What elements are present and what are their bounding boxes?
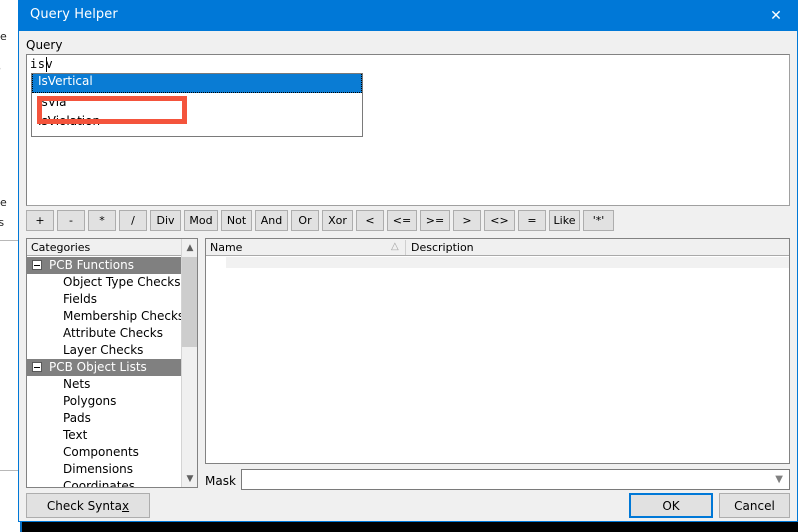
autocomplete-item-isviolation[interactable]: IsViolation <box>32 112 362 131</box>
close-icon[interactable]: ✕ <box>753 0 798 31</box>
operator-button-multiply[interactable]: * <box>88 210 116 231</box>
items-list-header: Name △ Description <box>206 239 789 256</box>
chevron-down-icon[interactable]: ▼ <box>775 474 783 485</box>
chevron-up-icon[interactable]: ▲ <box>182 239 198 256</box>
bg-text-fragment: ce <box>0 196 7 209</box>
operator-button-lt[interactable]: < <box>356 210 384 231</box>
divider <box>0 240 20 241</box>
operator-button-divide[interactable]: / <box>119 210 147 231</box>
operator-button-minus[interactable]: - <box>57 210 85 231</box>
operator-button-not[interactable]: Not <box>221 210 252 231</box>
tree-item-nets[interactable]: Nets <box>27 376 197 393</box>
operator-button-like[interactable]: Like <box>549 210 580 231</box>
tree-item-polygons[interactable]: Polygons <box>27 393 197 410</box>
tree-item-components[interactable]: Components <box>27 444 197 461</box>
tree-row-label: PCB Object Lists <box>49 360 147 374</box>
tree-group-pcb-functions[interactable]: PCB Functions <box>27 257 197 274</box>
divider <box>0 470 20 471</box>
tree-group-pcb-object-lists[interactable]: PCB Object Lists <box>27 359 197 376</box>
operator-button-mod[interactable]: Mod <box>184 210 218 231</box>
bg-text-fragment: d <box>0 176 1 189</box>
tree-row-label: Pads <box>63 411 91 425</box>
bg-text-fragment: e <box>0 62 1 75</box>
categories-tree[interactable]: PCB Functions Object Type Checks Fields … <box>27 257 197 487</box>
mask-combobox[interactable]: ▼ <box>241 469 790 490</box>
query-input-value: isv <box>30 57 53 71</box>
tree-row-label: Dimensions <box>63 462 133 476</box>
tree-item-layer-checks[interactable]: Layer Checks <box>27 342 197 359</box>
tree-row-label: Membership Checks <box>63 309 184 323</box>
sort-ascending-icon[interactable]: △ <box>391 241 399 252</box>
bg-text-fragment: ce <box>0 30 7 43</box>
tree-row-label: Attribute Checks <box>63 326 163 340</box>
tree-item-attribute-checks[interactable]: Attribute Checks <box>27 325 197 342</box>
autocomplete-item-label: IsVia <box>38 95 66 109</box>
check-syntax-accel: x <box>122 499 129 513</box>
operator-button-neq[interactable]: <> <box>484 210 515 231</box>
categories-scrollbar[interactable]: ▲ ▼ <box>181 239 197 487</box>
tree-item-pads[interactable]: Pads <box>27 410 197 427</box>
column-separator[interactable] <box>405 240 406 255</box>
tree-row-label: Nets <box>63 377 90 391</box>
operator-button-xor[interactable]: Xor <box>322 210 353 231</box>
items-list-panel: Name △ Description <box>205 238 790 464</box>
operator-button-row: + - * / Div Mod Not And Or Xor < <= >= >… <box>26 210 617 231</box>
tree-row-label: Layer Checks <box>63 343 143 357</box>
operator-button-and[interactable]: And <box>255 210 288 231</box>
categories-header-label: Categories <box>31 241 90 254</box>
bg-text-fragment: d <box>0 6 1 19</box>
tree-item-coordinates[interactable]: Coordinates <box>27 478 197 487</box>
operator-button-gt[interactable]: > <box>453 210 481 231</box>
operator-button-eq[interactable]: = <box>518 210 546 231</box>
bg-text-fragment: ts <box>0 216 4 229</box>
operator-button-plus[interactable]: + <box>26 210 54 231</box>
query-label: Query <box>26 38 62 52</box>
tree-item-fields[interactable]: Fields <box>27 291 197 308</box>
column-header-description[interactable]: Description <box>411 241 474 254</box>
chevron-down-icon[interactable]: ▼ <box>182 470 198 487</box>
autocomplete-item-isvertical[interactable]: IsVertical <box>32 73 362 93</box>
tree-row-label: Components <box>63 445 139 459</box>
tree-row-label: Coordinates <box>63 479 135 487</box>
operator-button-or[interactable]: Or <box>291 210 319 231</box>
tree-row-label: Fields <box>63 292 97 306</box>
tree-item-membership-checks[interactable]: Membership Checks <box>27 308 197 325</box>
operator-button-lte[interactable]: <= <box>387 210 417 231</box>
scrollbar-thumb[interactable] <box>182 257 198 347</box>
items-list-body <box>226 257 789 268</box>
tree-row-label: Polygons <box>63 394 116 408</box>
mask-label: Mask <box>205 474 236 488</box>
autocomplete-item-isvia[interactable]: IsVia <box>32 93 362 112</box>
check-syntax-label: Check Synta <box>47 499 122 513</box>
operator-button-div[interactable]: Div <box>150 210 181 231</box>
tree-item-text[interactable]: Text <box>27 427 197 444</box>
text-caret <box>46 57 47 72</box>
query-helper-dialog: Query Helper ✕ Query isv IsVertical IsVi… <box>18 0 798 522</box>
operator-button-wildcard[interactable]: '*' <box>583 210 614 231</box>
ok-button[interactable]: OK <box>629 493 713 518</box>
operator-button-gte[interactable]: >= <box>420 210 450 231</box>
collapse-icon[interactable] <box>32 260 42 270</box>
cancel-button[interactable]: Cancel <box>719 493 790 518</box>
column-header-name[interactable]: Name <box>210 241 242 254</box>
tree-row-label: Object Type Checks <box>63 275 180 289</box>
autocomplete-item-label: IsViolation <box>38 114 100 128</box>
categories-panel: Categories △ PCB Functions Object Type C… <box>26 238 198 488</box>
tree-row-label: PCB Functions <box>49 258 134 272</box>
collapse-icon[interactable] <box>32 362 42 372</box>
autocomplete-dropdown[interactable]: IsVertical IsVia IsViolation <box>31 73 363 137</box>
tree-item-dimensions[interactable]: Dimensions <box>27 461 197 478</box>
tree-item-object-type-checks[interactable]: Object Type Checks <box>27 274 197 291</box>
window-title: Query Helper <box>30 7 118 22</box>
check-syntax-button[interactable]: Check Syntax <box>26 493 150 518</box>
categories-header[interactable]: Categories △ <box>27 239 197 256</box>
tree-row-label: Text <box>63 428 87 442</box>
title-bar: Query Helper ✕ <box>19 0 798 31</box>
autocomplete-item-label: IsVertical <box>38 74 93 88</box>
